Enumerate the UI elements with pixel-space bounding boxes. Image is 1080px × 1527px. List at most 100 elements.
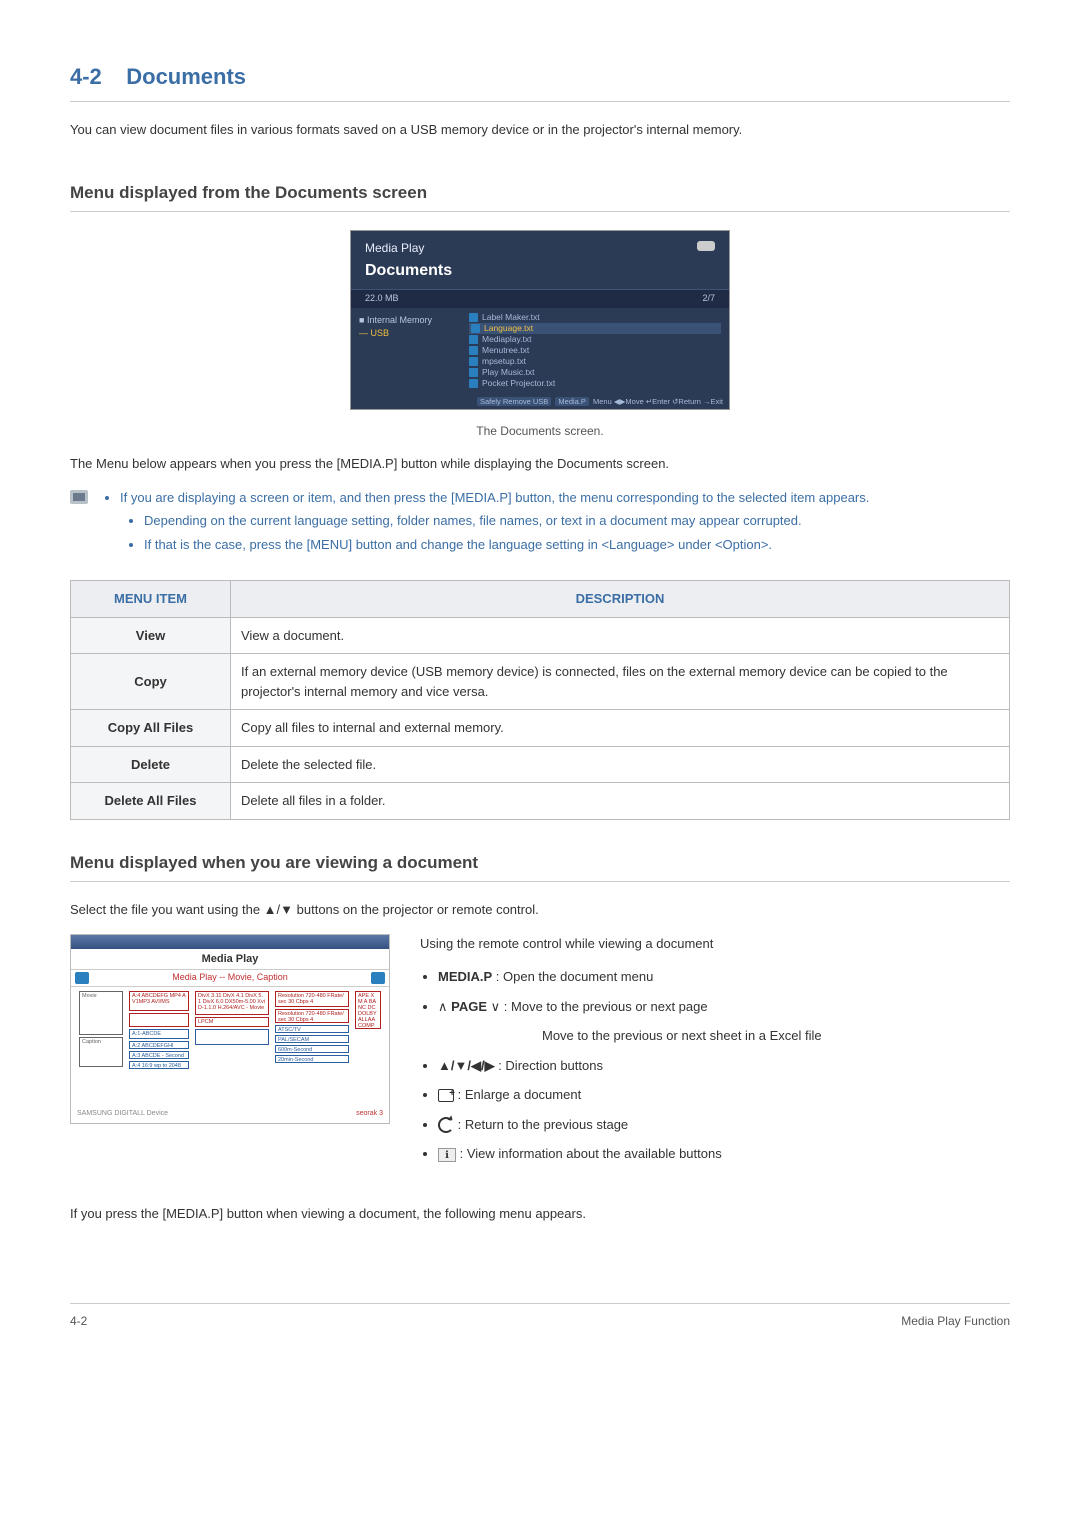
file-icon <box>469 379 478 388</box>
s2-cell <box>129 1013 189 1027</box>
s2-cell: DivX 3.11 DivX 4.1 DivX 5.1 DivX 6.0 DX5… <box>195 991 269 1015</box>
file-icon <box>469 335 478 344</box>
s2-cell: Resolution 720·480 FRate/sec 30 Cbps 4 <box>275 991 349 1007</box>
mediap-desc: : Open the document menu <box>492 969 653 984</box>
rc-page: ∧ PAGE ∨ : Move to the previous or next … <box>438 997 822 1046</box>
page-down-icon: ∨ <box>491 999 501 1014</box>
s2-cell: Caption <box>79 1037 123 1067</box>
intro-text: You can view document files in various f… <box>70 120 1010 140</box>
return-icon <box>438 1117 454 1133</box>
s2-subtitle: Media Play -- Movie, Caption <box>172 971 288 985</box>
row1-item: Copy <box>71 654 231 710</box>
file-icon <box>469 346 478 355</box>
file-icon <box>469 368 478 377</box>
dir-label: ▲/▼/◀/▶ <box>438 1058 495 1073</box>
return-desc: : Return to the previous stage <box>454 1117 628 1132</box>
remote-control-guide: Using the remote control while viewing a… <box>420 934 822 1174</box>
page-colon: : <box>504 999 511 1014</box>
rc-enlarge: : Enlarge a document <box>438 1085 822 1105</box>
th-desc: DESCRIPTION <box>231 581 1010 618</box>
note-icon <box>70 490 88 504</box>
row4-item: Delete All Files <box>71 783 231 820</box>
note-sub2: If that is the case, press the [MENU] bu… <box>144 535 869 555</box>
viewer-screenshot: Media Play Media Play -- Movie, Caption … <box>70 934 390 1124</box>
s1-bar: 22.0 MB 2/7 <box>351 290 729 308</box>
enlarge-desc: : Enlarge a document <box>454 1087 581 1102</box>
screenshot1-wrap: Media Play Documents 22.0 MB 2/7 ■ Inter… <box>70 230 1010 410</box>
sub2-title: Menu displayed when you are viewing a do… <box>70 850 1010 883</box>
row3-desc: Delete the selected file. <box>231 746 1010 783</box>
list-item: Mediaplay.txt <box>469 334 721 345</box>
s2-cell: Resolution 720·480 FRate/sec 30 Cbps 4 <box>275 1009 349 1023</box>
row2-item: Copy All Files <box>71 710 231 747</box>
list-item: Pocket Projector.txt <box>469 378 721 389</box>
mediap-label: MEDIA.P <box>438 969 492 984</box>
screenshot1-caption: The Documents screen. <box>70 422 1010 440</box>
s1-usb: — USB <box>359 327 453 341</box>
th-item: MENU ITEM <box>71 581 231 618</box>
s2-cell: A:2 ABCDEFGHI <box>129 1041 189 1049</box>
s2-cell: LPCM <box>195 1017 269 1027</box>
file-icon <box>469 313 478 322</box>
left-arrow-icon <box>75 972 89 984</box>
file-icon <box>469 357 478 366</box>
row0-item: View <box>71 617 231 654</box>
list-item: Menutree.txt <box>469 345 721 356</box>
right-arrow-icon <box>371 972 385 984</box>
s2-cell <box>195 1029 269 1045</box>
note-sub1: Depending on the current language settin… <box>144 511 869 531</box>
enlarge-icon <box>438 1089 454 1102</box>
list-item: Play Music.txt <box>469 367 721 378</box>
list-item: Language.txt <box>469 323 721 334</box>
s2-cell: 20min-Second <box>275 1055 349 1063</box>
table-row: Copy All Files Copy all files to interna… <box>71 710 1010 747</box>
page-footer: 4-2 Media Play Function <box>70 1303 1010 1330</box>
page-desc: Move to the previous or next page <box>511 999 708 1014</box>
s2-cell: APE XM A BANC DCDOLBY ALLAACOMPR DTS4 80… <box>355 991 381 1029</box>
s2-cell: PAL/SECAM <box>275 1035 349 1043</box>
s1-internal: ■ Internal Memory <box>359 314 453 328</box>
row3-item: Delete <box>71 746 231 783</box>
s1-filelist: Label Maker.txt Language.txt Mediaplay.t… <box>461 308 729 393</box>
sub2-intro: Select the file you want using the ▲/▼ b… <box>70 900 1010 920</box>
s2-cell: Movie <box>79 991 123 1035</box>
list-item: mpsetup.txt <box>469 356 721 367</box>
s1-footer: Safely Remove USB Media.P Menu ◀▶Move ↵E… <box>357 396 723 407</box>
usb-icon <box>697 241 715 251</box>
file-icon <box>471 324 480 333</box>
s1-footer-rest: Menu ◀▶Move ↵Enter ↺Return →Exit <box>593 397 723 406</box>
menu-table: MENU ITEM DESCRIPTION View View a docume… <box>70 580 1010 820</box>
table-row: Delete Delete the selected file. <box>71 746 1010 783</box>
menu-intro: The Menu below appears when you press th… <box>70 454 1010 474</box>
table-row: Copy If an external memory device (USB m… <box>71 654 1010 710</box>
row0-desc: View a document. <box>231 617 1010 654</box>
s2-cell: A:4 16:9 wp to 2048 <box>129 1061 189 1069</box>
row2-desc: Copy all files to internal and external … <box>231 710 1010 747</box>
s1-documents: Documents <box>351 259 729 290</box>
s2-footer-right: seorak 3 <box>356 1109 383 1120</box>
s2-cell: A:3 ABCDE - Second <box>129 1051 189 1059</box>
s2-cell: A:4 ABCDEFG MP4 AV1MP3 AVI/MS <box>129 991 189 1011</box>
note-main: If you are displaying a screen or item, … <box>120 488 869 555</box>
section-title-text: Documents <box>126 64 246 89</box>
s2-mediaplay: Media Play <box>71 949 389 970</box>
documents-screenshot: Media Play Documents 22.0 MB 2/7 ■ Inter… <box>350 230 730 410</box>
rc-heading: Using the remote control while viewing a… <box>420 934 822 954</box>
sub2-outro: If you press the [MEDIA.P] button when v… <box>70 1204 1010 1224</box>
s1-footer-menu: Media.P <box>555 397 589 406</box>
footer-left: 4-2 <box>70 1312 87 1330</box>
rc-return: : Return to the previous stage <box>438 1115 822 1135</box>
s1-footer-left: Safely Remove USB <box>477 397 551 406</box>
page-label: PAGE <box>451 999 487 1014</box>
section-header: 4-2 Documents <box>70 60 1010 102</box>
page-up-icon: ∧ <box>438 999 448 1014</box>
sub1-title: Menu displayed from the Documents screen <box>70 180 1010 213</box>
list-item: Label Maker.txt <box>469 312 721 323</box>
s1-size: 22.0 MB <box>365 292 399 306</box>
section-number: 4-2 <box>70 64 102 89</box>
table-row: Delete All Files Delete all files in a f… <box>71 783 1010 820</box>
rc-mediap: MEDIA.P : Open the document menu <box>438 967 822 987</box>
s1-mediaplay: Media Play <box>365 241 424 255</box>
rc-info: ℹ : View information about the available… <box>438 1144 822 1164</box>
info-desc: : View information about the available b… <box>456 1146 722 1161</box>
